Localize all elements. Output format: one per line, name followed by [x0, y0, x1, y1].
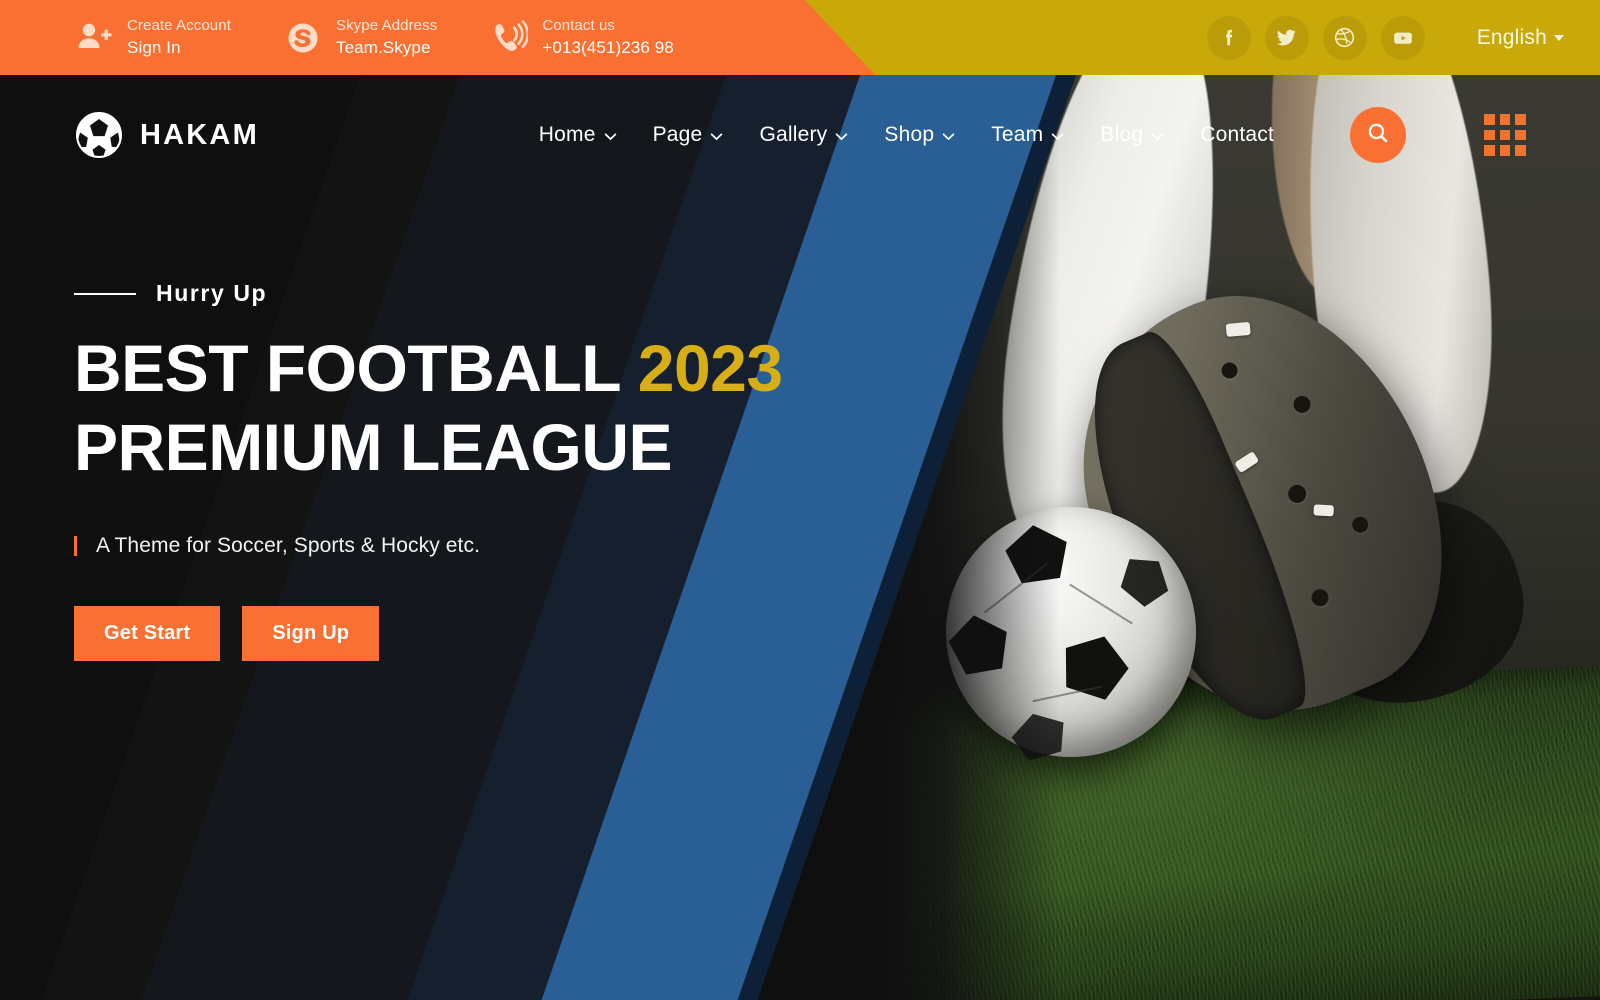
kicker-text: Hurry Up [156, 280, 268, 306]
chevron-down-icon [1151, 130, 1164, 143]
nav-item-blog[interactable]: Blog [1100, 123, 1164, 147]
language-selector[interactable]: English [1477, 26, 1564, 50]
logo-text: HAKAM [140, 118, 259, 151]
nav-label: Blog [1100, 123, 1144, 146]
chevron-down-icon [835, 130, 848, 143]
nav-label: Team [991, 123, 1044, 146]
football-icon [74, 110, 124, 160]
skype-label: Skype Address [335, 17, 438, 35]
top-bar-right: English [1206, 15, 1564, 60]
nav-label: Shop [884, 123, 935, 146]
hero-content: Hurry Up BEST FOOTBALL 2023 PREMIUM LEAG… [74, 280, 783, 662]
hero-title-year: 2023 [637, 331, 783, 405]
nav-label: Page [652, 123, 703, 146]
phone-number[interactable]: +013(451)236 98 [542, 38, 673, 57]
nav-label: Home [538, 123, 596, 146]
chevron-down-icon [942, 130, 955, 143]
nav-item-contact[interactable]: Contact [1200, 123, 1274, 147]
phone-ring-icon [489, 18, 529, 58]
hero-title: BEST FOOTBALL 2023 PREMIUM LEAGUE [74, 329, 783, 486]
top-bar: Create Account Sign In Skype Address Tea… [0, 0, 1600, 75]
hero-title-line2: PREMIUM LEAGUE [74, 409, 673, 484]
hero-kicker: Hurry Up [74, 280, 783, 307]
nav-item-team[interactable]: Team [991, 123, 1064, 147]
facebook-icon[interactable] [1206, 15, 1251, 60]
main-navigation: HAKAM Home Page Gallery Shop Team Blog C… [0, 75, 1600, 195]
page-root: Create Account Sign In Skype Address Tea… [0, 0, 1600, 1000]
dribbble-icon[interactable] [1322, 15, 1367, 60]
language-label: English [1476, 25, 1547, 49]
grid-menu-icon[interactable] [1484, 114, 1526, 156]
nav-item-shop[interactable]: Shop [884, 123, 955, 147]
nav-label: Gallery [759, 123, 828, 146]
hero-title-line1: BEST FOOTBALL [74, 331, 638, 405]
youtube-icon[interactable] [1380, 15, 1425, 60]
top-bar-contact[interactable]: Contact us +013(451)236 98 [489, 16, 674, 59]
hero-subtitle: A Theme for Soccer, Sports & Hocky etc. [74, 534, 783, 558]
chevron-down-icon [604, 130, 617, 143]
chevron-down-icon [710, 130, 723, 143]
skype-icon [283, 18, 323, 58]
sign-in-link[interactable]: Sign In [127, 38, 181, 57]
nav-label: Contact [1200, 123, 1274, 146]
top-bar-account[interactable]: Create Account Sign In [74, 16, 231, 59]
sign-up-button[interactable]: Sign Up [242, 606, 380, 662]
nav-item-home[interactable]: Home [539, 123, 617, 147]
account-label: Create Account [127, 17, 231, 35]
hero-section: HAKAM Home Page Gallery Shop Team Blog C… [0, 75, 1600, 1000]
nav-item-page[interactable]: Page [653, 123, 724, 147]
top-bar-skype[interactable]: Skype Address Team.Skype [283, 16, 437, 59]
skype-value[interactable]: Team.Skype [336, 38, 431, 57]
nav-item-gallery[interactable]: Gallery [759, 123, 848, 147]
user-plus-icon [74, 18, 114, 58]
contact-label: Contact us [542, 17, 616, 35]
search-button[interactable] [1350, 107, 1406, 163]
twitter-icon[interactable] [1264, 15, 1309, 60]
chevron-down-icon [1051, 130, 1064, 143]
kicker-line [74, 292, 136, 295]
search-icon [1366, 121, 1390, 150]
hero-buttons: Get Start Sign Up [74, 606, 783, 662]
get-start-button[interactable]: Get Start [74, 606, 221, 662]
chevron-down-icon [1554, 34, 1564, 41]
logo[interactable]: HAKAM [74, 110, 259, 160]
nav-menu: Home Page Gallery Shop Team Blog Contact [539, 107, 1526, 163]
